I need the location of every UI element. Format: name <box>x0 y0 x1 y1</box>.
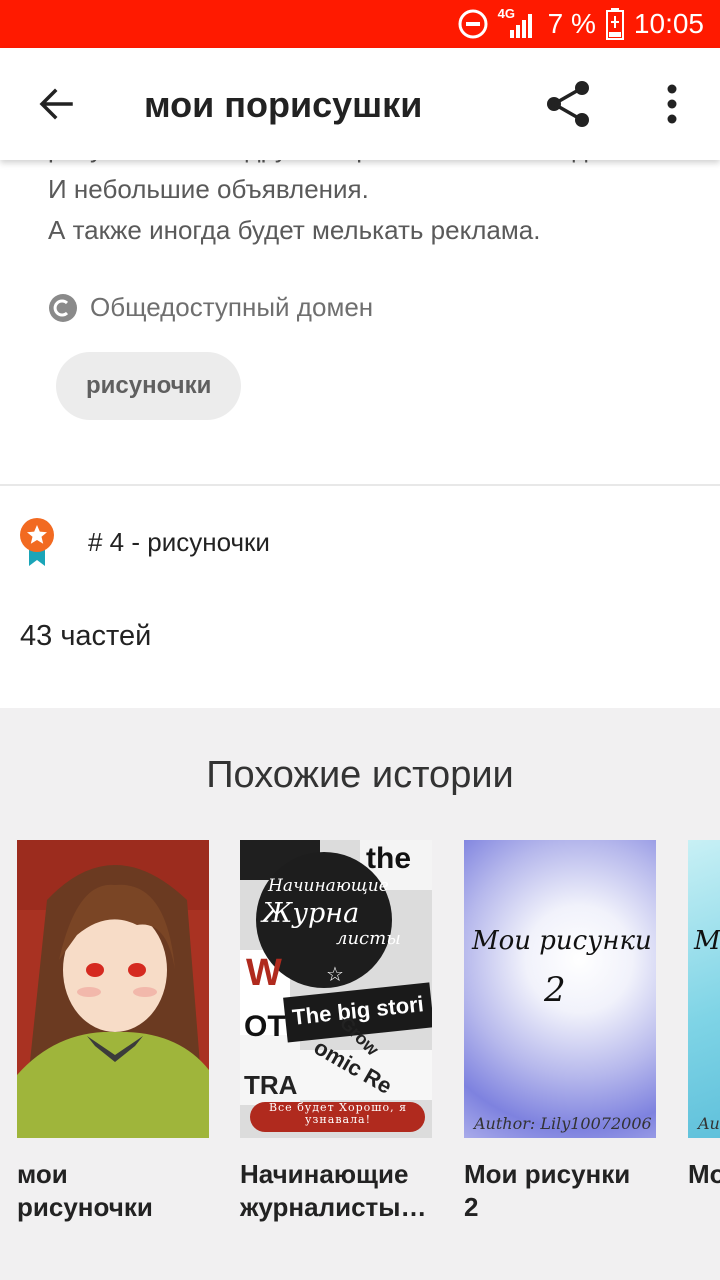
status-bar: 4G 7 % 10:05 <box>0 0 720 48</box>
story-title-line: Мои рисунки <box>464 1159 631 1189</box>
story-cover[interactable]: Начинающие Журна листы ☆ The big stori t… <box>240 840 432 1138</box>
section-title: Похожие истории <box>206 754 514 796</box>
story-card[interactable]: Мои рисунки 2 Author: Lily10072006 Мои р… <box>464 840 656 1224</box>
do-not-disturb-icon <box>458 9 488 39</box>
star-icon: ☆ <box>326 964 344 986</box>
story-cover[interactable]: М Au <box>688 840 720 1138</box>
clock: 10:05 <box>633 8 704 39</box>
story-cover[interactable] <box>17 840 209 1138</box>
story-card[interactable]: Начинающие Журна листы ☆ The big stori t… <box>240 840 432 1224</box>
more-options-button[interactable] <box>650 76 694 132</box>
story-title[interactable]: мои рисуночки <box>17 1158 209 1224</box>
story-title[interactable]: Мо <box>688 1158 720 1191</box>
license-label: Общедоступный домен <box>90 292 374 322</box>
cover-text: Все будет Хорошо, я узнавала! <box>268 1101 408 1126</box>
cover-number: 2 <box>544 970 566 1010</box>
signal-icon: 4G <box>498 6 538 40</box>
app-bar: мои порисушки <box>0 48 720 160</box>
similar-stories-section: Похожие истории мои рисуночки Начинающие… <box>0 708 720 1280</box>
story-cover[interactable]: Мои рисунки 2 Author: Lily10072006 <box>464 840 656 1138</box>
cover-title: М <box>694 926 720 956</box>
description-line: И небольшие объявления. <box>48 174 369 204</box>
similar-stories-carousel[interactable]: мои рисуночки Начинающие Журна листы ☆ T… <box>0 840 720 1280</box>
divider <box>0 484 720 486</box>
cover-text: TRA <box>244 1070 298 1100</box>
story-title-line: рисуночки <box>17 1192 153 1222</box>
cover-text: the <box>366 842 411 875</box>
battery-percent: 7 % <box>547 8 596 39</box>
story-card[interactable]: М Au Мо <box>688 840 720 1191</box>
description-line: А также иногда будет мелькать реклама. <box>48 215 541 245</box>
battery-charging-icon <box>605 8 624 40</box>
license-info: Общедоступный домен <box>48 292 373 323</box>
story-title-line: Начинающие <box>240 1159 409 1189</box>
story-details[interactable]: рисунки моих подруг которых нет на ваттп… <box>0 48 720 1280</box>
story-title-line: мои <box>17 1159 68 1189</box>
more-vertical-icon <box>667 84 677 124</box>
back-arrow-icon <box>39 88 73 120</box>
cover-title: Мои рисунки <box>472 926 652 956</box>
share-button[interactable] <box>540 76 596 132</box>
story-title[interactable]: Начинающие журналисты… <box>240 1158 432 1224</box>
cover-text: Журна <box>262 898 360 929</box>
back-button[interactable] <box>30 78 82 130</box>
cover-text: листы <box>336 928 401 949</box>
cover-text: OT <box>244 1010 286 1043</box>
ranking-label: # 4 - рисуночки <box>88 526 270 557</box>
cover-author: Author: Lily10072006 <box>474 1114 652 1133</box>
share-icon <box>547 81 589 127</box>
story-title-line: 2 <box>464 1192 479 1222</box>
cover-text: W <box>246 952 282 994</box>
cover-author: Au <box>698 1114 720 1133</box>
story-title[interactable]: Мои рисунки 2 <box>464 1158 656 1224</box>
cover-text: Начинающие <box>268 876 389 896</box>
tag-label: рисуночки <box>86 372 212 399</box>
parts-count: 43 частей <box>20 620 152 652</box>
public-domain-icon <box>49 293 77 322</box>
tag-chip[interactable]: рисуночки <box>56 352 242 420</box>
story-title-line: журналисты… <box>240 1192 427 1222</box>
page-title: мои порисушки <box>144 84 423 125</box>
award-badge-icon <box>20 518 54 566</box>
story-title-line: Мо <box>688 1159 720 1189</box>
story-card[interactable]: мои рисуночки <box>17 840 209 1224</box>
ranking-row[interactable]: # 4 - рисуночки <box>18 516 270 568</box>
